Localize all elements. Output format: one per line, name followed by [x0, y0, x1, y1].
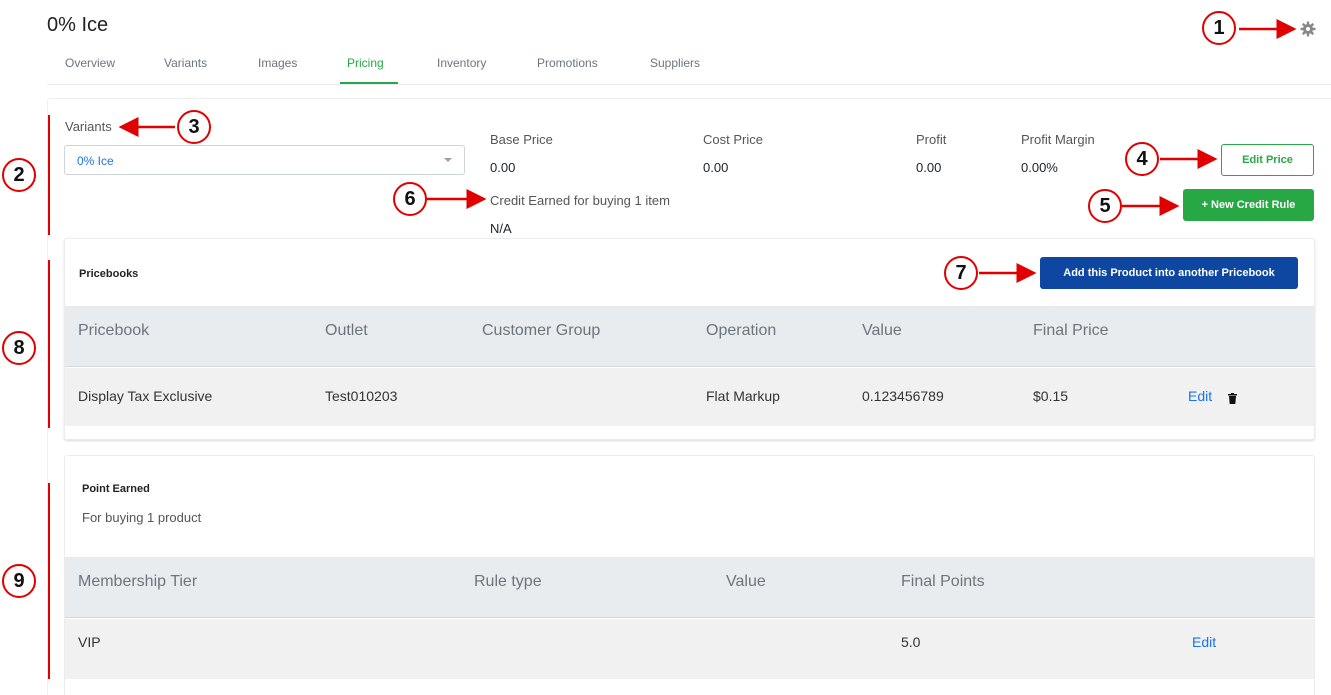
annotation-6: 6: [393, 182, 427, 216]
annotation-5: 5: [1088, 189, 1122, 223]
annotation-9: 9: [2, 564, 36, 598]
annotation-7: 7: [944, 256, 978, 290]
annotation-2: 2: [2, 158, 36, 192]
annotation-4: 4: [1125, 142, 1159, 176]
annotation-8: 8: [2, 331, 36, 365]
annotation-1: 1: [1202, 11, 1236, 45]
annotation-3: 3: [177, 110, 211, 144]
annotation-arrows: [118, 19, 1297, 283]
